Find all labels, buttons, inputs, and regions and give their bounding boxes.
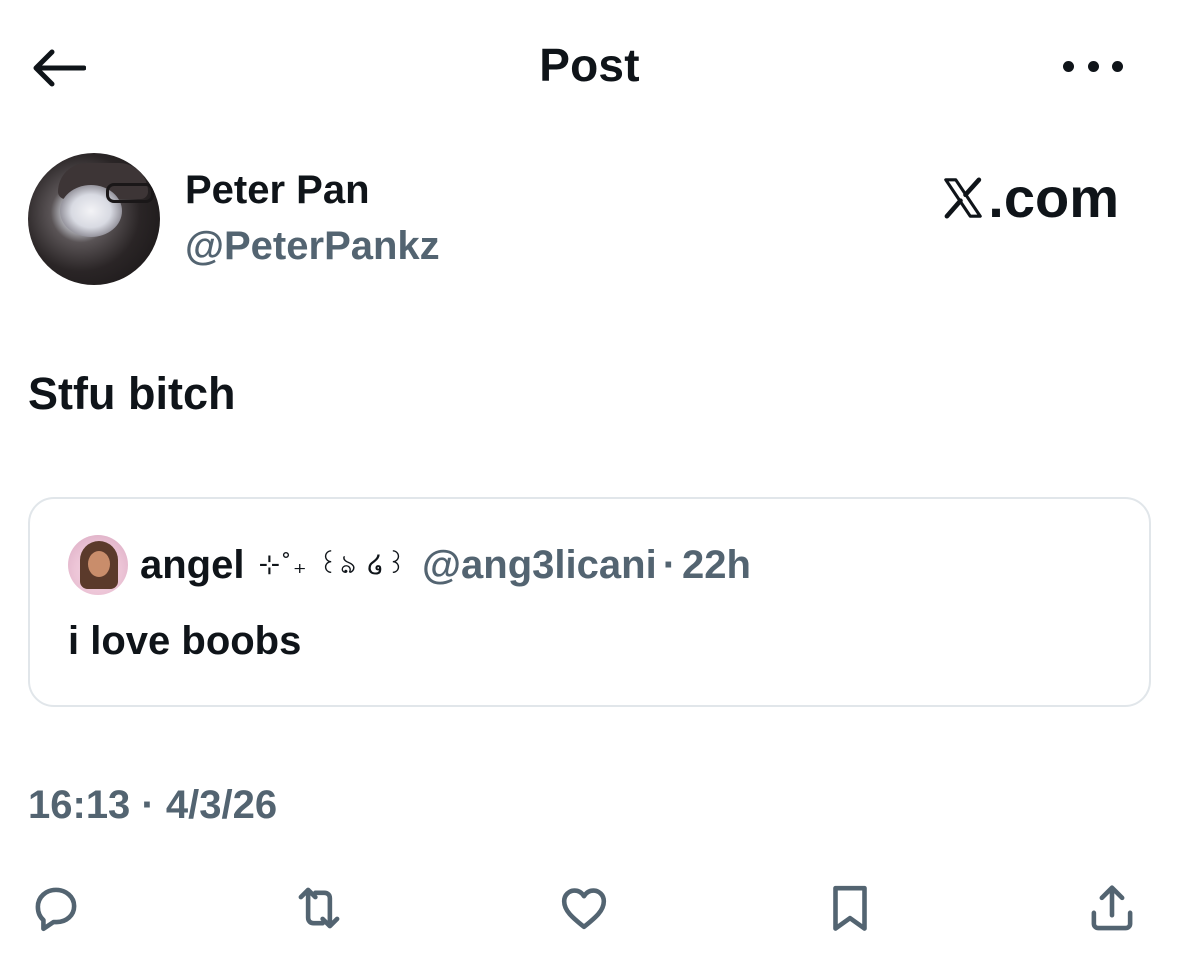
reply-button[interactable] [24,876,88,940]
like-icon [561,888,607,930]
repost-icon [298,887,340,929]
quote-separator: · [662,543,677,587]
bookmark-icon [833,885,867,931]
quote-text: i love boobs [68,619,302,663]
more-options-button[interactable] [1063,54,1123,78]
repost-button[interactable] [287,876,351,940]
post-timestamp[interactable]: 16:13 · 4/3/26 [28,783,277,828]
x-watermark: .com [940,165,1119,230]
page-title: Post [539,39,640,91]
quoted-post[interactable]: angel ⊹˚₊ ꒰ঌ ໒꒱ @ang3licani · 22h i love… [28,497,1151,707]
share-icon [1091,885,1133,931]
author-avatar[interactable] [28,153,160,285]
post-text: Stfu bitch [28,368,236,419]
reply-icon [35,887,77,932]
x-logo-icon [944,176,983,219]
watermark-text: .com [988,166,1119,229]
like-button[interactable] [552,876,616,940]
quote-header: angel ⊹˚₊ ꒰ঌ ໒꒱ @ang3licani · 22h [140,543,751,588]
quote-name-decoration: ⊹˚₊ ꒰ঌ ໒꒱ [258,548,409,579]
post-page: Post Peter Pan @PeterPankz .com Stfu bit… [0,0,1179,979]
more-dot [1087,60,1099,72]
quote-author-handle[interactable]: @ang3licani [422,543,657,588]
quote-author-name[interactable]: angel [140,543,244,588]
more-dot [1112,60,1123,72]
author-handle[interactable]: @PeterPankz [185,224,440,269]
author-name[interactable]: Peter Pan [185,168,370,213]
more-dot [1063,60,1074,72]
quote-time[interactable]: 22h [682,543,751,588]
share-button[interactable] [1080,876,1144,940]
bookmark-button[interactable] [818,876,882,940]
quote-avatar[interactable] [68,535,128,595]
